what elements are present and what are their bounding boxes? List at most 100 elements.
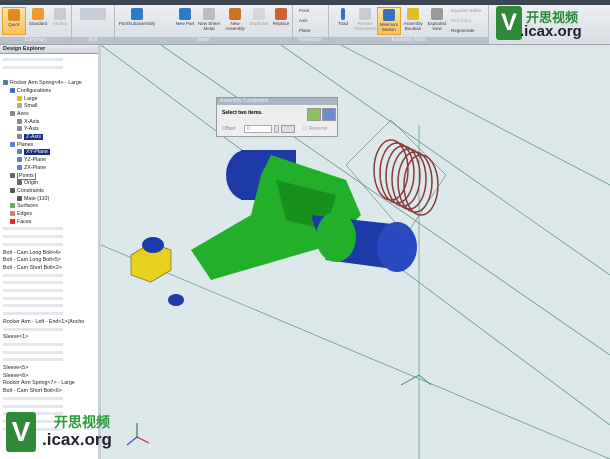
tree-item[interactable] — [0, 396, 97, 404]
tree-item[interactable]: ZX-Plane — [0, 165, 97, 173]
standard-icon — [32, 8, 44, 20]
tree-item[interactable]: Sleeve<6> — [0, 373, 97, 381]
quick-button[interactable]: Quick — [2, 7, 26, 35]
tree-item[interactable] — [0, 280, 97, 288]
tree-item[interactable]: Y-Axis — [0, 126, 97, 134]
precise-placement-button[interactable]: Precise Placement — [353, 7, 377, 35]
faded-item — [3, 404, 63, 408]
tree-item[interactable]: X-Axis — [0, 119, 97, 127]
tree-item[interactable]: Origin — [0, 180, 97, 188]
anchor-button[interactable]: Anchor — [48, 7, 72, 35]
point-button[interactable]: Point — [299, 8, 309, 13]
spring[interactable] — [345, 119, 447, 236]
tree-node-icon — [17, 157, 22, 163]
tree-item[interactable] — [0, 273, 97, 281]
panel-title: Design Explorer — [0, 45, 98, 54]
tree-item[interactable]: Surfaces — [0, 203, 97, 211]
tree-item[interactable]: Planes — [0, 142, 97, 150]
tree-node-icon — [17, 118, 22, 124]
tree-item[interactable] — [0, 226, 97, 234]
tree-item[interactable]: Edges — [0, 211, 97, 219]
tree-item[interactable] — [0, 303, 97, 311]
regenerate-button[interactable]: Regenerate — [451, 28, 475, 33]
tree-item[interactable]: Sleeve<1> — [0, 334, 97, 342]
standard-button[interactable]: Standard — [26, 7, 50, 35]
logo-letter: V — [496, 6, 522, 40]
label: Standard — [28, 21, 48, 26]
faded-item — [3, 327, 63, 331]
assembly-boolean-button[interactable]: Assembly Boolean — [401, 7, 425, 35]
offset-input[interactable]: 0 — [244, 125, 272, 133]
tree-item[interactable] — [0, 342, 97, 350]
faded-item — [3, 273, 63, 277]
tree-item[interactable]: Configurations — [0, 88, 97, 96]
new-part-button[interactable]: New Part — [173, 7, 197, 35]
tree-item[interactable] — [0, 350, 97, 358]
tree-node-icon — [10, 172, 15, 178]
tree-item[interactable] — [0, 242, 97, 250]
tree-item[interactable]: Small — [0, 103, 97, 111]
tree-node-icon — [17, 164, 22, 170]
part-subassembly-icon — [131, 8, 143, 20]
plane-button[interactable]: Plane — [299, 28, 311, 33]
tree-item[interactable] — [0, 288, 97, 296]
new-sheet-metal-button[interactable]: New Sheet Metal — [195, 7, 223, 35]
tree-node-icon — [10, 110, 15, 116]
tree-item[interactable]: Sleeve<5> — [0, 365, 97, 373]
tree-item[interactable] — [0, 65, 97, 73]
3d-viewport[interactable] — [101, 45, 610, 459]
tree-item[interactable]: Z-Axis — [0, 134, 97, 142]
tree-item[interactable] — [0, 234, 97, 242]
tree-item[interactable]: Bolt - Cam Short Bolt<2> — [0, 265, 97, 273]
tree-item-label: Bolt - Cam Short Bolt<6> — [3, 388, 62, 395]
minimum-motion-button[interactable]: Minimum Motion — [377, 7, 401, 35]
quick-icon — [8, 9, 20, 21]
assembly-constraints-dialog: Assembly Constraints Select two items. O… — [216, 97, 338, 137]
tree-item-label: Planes — [17, 141, 34, 148]
offset-spinner[interactable] — [274, 125, 279, 133]
tree-item[interactable]: XY-Plane — [0, 149, 97, 157]
logo-text: 开思视频 — [54, 414, 110, 430]
tree-item[interactable]: Mate (110) — [0, 196, 97, 204]
tree-item[interactable]: Points — [0, 172, 97, 181]
new-assembly-button[interactable]: New Assembly — [222, 7, 248, 35]
tree-item[interactable] — [0, 311, 97, 319]
duplicate-button[interactable]: Duplicate — [247, 7, 271, 35]
tree-item[interactable]: Rocker Arm - Left - End<1>(Ancho — [0, 319, 97, 327]
tree-node-icon — [10, 203, 15, 209]
tree-item[interactable] — [0, 357, 97, 365]
tree-item[interactable]: Bolt - Cam Long Bolt<5> — [0, 257, 97, 265]
tree-item[interactable]: Bolt - Cam Short Bolt<6> — [0, 388, 97, 396]
reverse-checkbox[interactable]: ☐ Reverse — [303, 126, 328, 132]
replace-button[interactable]: Replace — [269, 7, 293, 35]
part-subassembly-button[interactable]: Part/Subassembly — [117, 7, 157, 35]
label: Exploded View — [427, 21, 447, 31]
cancel-button[interactable] — [322, 108, 336, 121]
triad-button[interactable]: Triad — [331, 7, 355, 35]
units-button[interactable] — [281, 125, 295, 133]
insert-group: Part/Subassembly New Part New Sheet Meta… — [115, 5, 293, 44]
tree-node-icon — [17, 126, 22, 132]
tree-item[interactable]: Rocker Arm Spring<4> - Large — [0, 80, 97, 88]
axis-button[interactable]: Axis — [299, 18, 308, 23]
ok-button[interactable] — [307, 108, 321, 121]
exploded-view-button[interactable]: Exploded View — [425, 7, 449, 35]
tree-item[interactable]: Bolt - Cam Long Bolt<4> — [0, 250, 97, 258]
tree-item[interactable]: Constraints — [0, 188, 97, 196]
faded-item — [3, 296, 63, 300]
tree-item[interactable] — [0, 57, 97, 65]
watermark-logo: V 开思视频 .icax.org — [6, 410, 126, 456]
part-color-button[interactable]: Part Color — [451, 18, 471, 23]
equation-editor-button[interactable]: Equation Editor — [451, 8, 482, 13]
tree-item-label: YZ-Plane — [24, 157, 47, 164]
tree-item[interactable] — [0, 296, 97, 304]
tree-item[interactable]: Large — [0, 96, 97, 104]
label: Quick — [8, 22, 20, 27]
tree-item[interactable] — [0, 327, 97, 335]
tree-item[interactable]: YZ-Plane — [0, 157, 97, 165]
tree-item[interactable]: Axes — [0, 111, 97, 119]
edit-tools[interactable] — [78, 7, 108, 35]
tree-item-label: ZX-Plane — [24, 164, 47, 171]
tree-item[interactable]: Rocker Arm Spring<7> - Large — [0, 380, 97, 388]
tree-item[interactable]: Faces — [0, 219, 97, 227]
